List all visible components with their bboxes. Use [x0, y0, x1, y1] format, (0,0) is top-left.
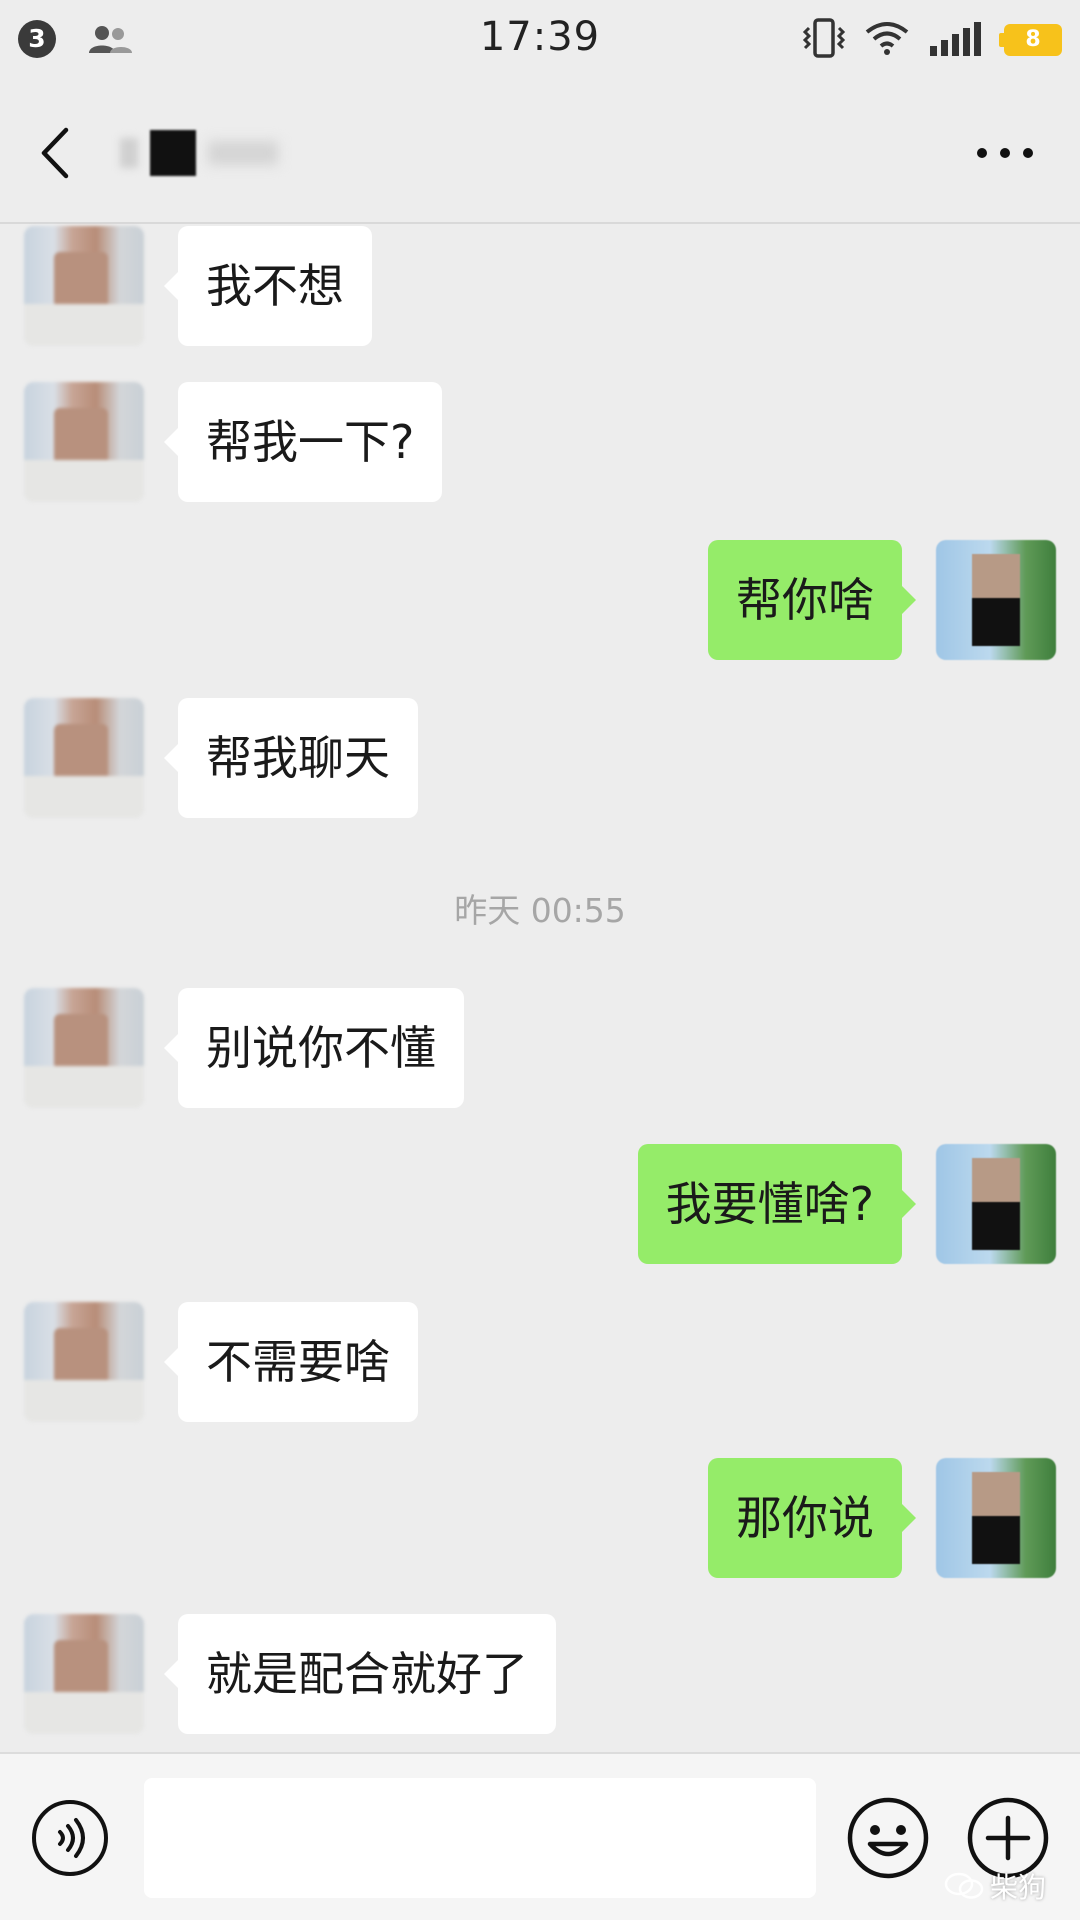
message-row-received: 帮我一下? [0, 382, 1080, 502]
status-bar: 3 17:39 8 [0, 0, 1080, 78]
redacted-blur [120, 138, 138, 168]
contact-avatar[interactable] [24, 226, 144, 346]
chat-nav-bar [0, 78, 1080, 224]
contact-avatar[interactable] [24, 988, 144, 1108]
message-row-received: 就是配合就好了 [0, 1614, 1080, 1734]
contact-avatar[interactable] [24, 382, 144, 502]
chat-message-list[interactable]: 我不想 帮我一下? 帮你啥 帮我聊天 昨天 00:55 别说你不懂 我要懂啥? … [0, 224, 1080, 1752]
battery-indicator: 8 [999, 24, 1062, 56]
chat-screen: 3 17:39 8 我不想 帮我一下? 帮你啥 帮我聊天 昨天 00:55 别说… [0, 0, 1080, 1920]
voice-icon [32, 1800, 108, 1876]
watermark: 柴狗 [944, 1866, 1046, 1906]
chevron-left-icon [41, 127, 69, 179]
more-horizontal-icon [977, 148, 1033, 158]
back-button[interactable] [30, 118, 90, 188]
message-row-sent: 那你说 [0, 1458, 1080, 1578]
message-bubble-received[interactable]: 别说你不懂 [164, 988, 464, 1108]
message-text-input[interactable] [144, 1778, 816, 1898]
message-row-received: 别说你不懂 [0, 988, 1080, 1108]
status-right: 8 [802, 18, 1062, 62]
wechat-icon [944, 1872, 984, 1899]
message-bubble-received[interactable]: 就是配合就好了 [164, 1614, 556, 1734]
my-avatar[interactable] [936, 1144, 1056, 1264]
redacted-block [150, 130, 196, 176]
message-bubble-received[interactable]: 我不想 [164, 226, 372, 346]
message-bubble-sent[interactable]: 那你说 [708, 1458, 916, 1578]
vibrate-icon [802, 18, 846, 62]
my-avatar[interactable] [936, 540, 1056, 660]
contact-avatar[interactable] [24, 1614, 144, 1734]
chat-input-bar: 柴狗 [0, 1752, 1080, 1920]
watermark-text: 柴狗 [989, 1871, 1046, 1904]
message-row-received: 帮我聊天 [0, 698, 1080, 818]
my-avatar[interactable] [936, 1458, 1056, 1578]
message-row-received: 不需要啥 [0, 1302, 1080, 1422]
message-row-sent: 帮你啥 [0, 540, 1080, 660]
redacted-blur [208, 141, 278, 165]
wifi-icon [864, 20, 910, 60]
message-bubble-received[interactable]: 帮我一下? [163, 382, 443, 502]
more-options-button[interactable] [970, 138, 1040, 168]
message-bubble-sent[interactable]: 帮你啥 [708, 540, 916, 660]
voice-input-button[interactable] [30, 1798, 110, 1878]
contact-name-redacted [120, 130, 278, 176]
message-bubble-received[interactable]: 不需要啥 [164, 1302, 418, 1422]
contact-avatar[interactable] [24, 1302, 144, 1422]
message-row-received: 我不想 [0, 226, 1080, 346]
message-timestamp: 昨天 00:55 [454, 891, 626, 930]
message-bubble-sent[interactable]: 我要懂啥? [637, 1144, 917, 1264]
message-row-sent: 我要懂啥? [0, 1144, 1080, 1264]
emoji-icon [847, 1797, 929, 1879]
contact-avatar[interactable] [24, 698, 144, 818]
message-bubble-received[interactable]: 帮我聊天 [164, 698, 418, 818]
emoji-button[interactable] [846, 1796, 930, 1880]
signal-icon [928, 20, 986, 60]
